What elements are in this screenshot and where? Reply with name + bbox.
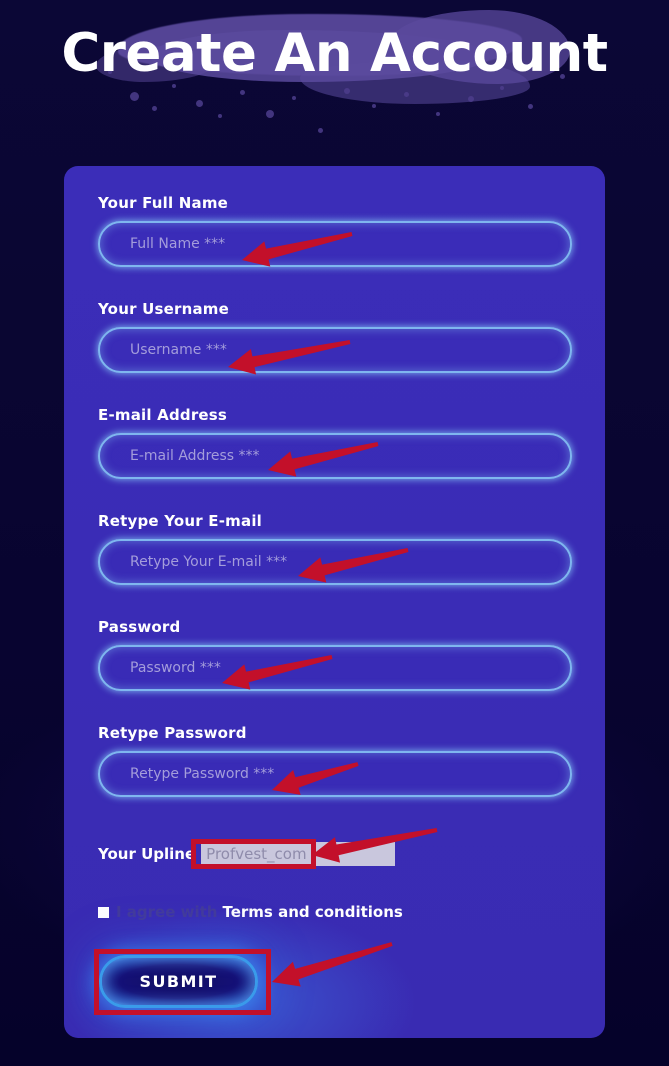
field-group-retype-email: Retype Your E-mail [98, 512, 572, 585]
page-header: Create An Account [0, 0, 669, 160]
page-title: Create An Account [61, 23, 608, 84]
upline-row: Your Upline Profvest_com [98, 841, 572, 867]
splatter-speck-icon [318, 128, 323, 133]
splatter-speck-icon [196, 100, 203, 107]
upline-value-box[interactable]: Profvest_com [201, 842, 396, 866]
splatter-speck-icon [292, 96, 296, 100]
terms-row: I agree with Terms and conditions [98, 901, 572, 923]
splatter-speck-icon [240, 90, 245, 95]
splatter-speck-icon [372, 104, 376, 108]
submit-button[interactable]: SUBMIT [99, 955, 258, 1008]
email-input[interactable] [98, 433, 572, 479]
terms-checkbox[interactable] [98, 906, 109, 918]
field-group-password: Password [98, 618, 572, 691]
splatter-speck-icon [528, 104, 533, 109]
signup-page: Create An Account Your Full Name Your Us… [0, 0, 669, 1066]
splatter-speck-icon [468, 96, 474, 102]
signup-form-card: Your Full Name Your Username E-mail Addr… [64, 166, 605, 1038]
field-group-retype-password: Retype Password [98, 724, 572, 797]
terms-and-conditions-link[interactable]: Terms and conditions [222, 903, 402, 921]
label-retype-email: Retype Your E-mail [98, 512, 263, 530]
label-full-name: Your Full Name [98, 194, 229, 212]
label-retype-password: Retype Password [98, 724, 247, 742]
retype-password-input[interactable] [98, 751, 572, 797]
splatter-speck-icon [436, 112, 440, 116]
username-input[interactable] [98, 327, 572, 373]
label-password: Password [98, 618, 181, 636]
label-username: Your Username [98, 300, 229, 318]
label-email: E-mail Address [98, 406, 228, 424]
field-group-email: E-mail Address [98, 406, 572, 479]
splatter-speck-icon [218, 114, 222, 118]
retype-email-input[interactable] [98, 539, 572, 585]
field-group-full-name: Your Full Name [98, 194, 572, 267]
label-upline: Your Upline [98, 845, 196, 863]
full-name-input[interactable] [98, 221, 572, 267]
splatter-speck-icon [266, 110, 274, 118]
splatter-speck-icon [152, 106, 157, 111]
terms-agree-text: I agree with [116, 903, 218, 921]
password-input[interactable] [98, 645, 572, 691]
splatter-speck-icon [344, 88, 350, 94]
splatter-speck-icon [404, 92, 409, 97]
field-group-username: Your Username [98, 300, 572, 373]
splatter-speck-icon [130, 92, 139, 101]
